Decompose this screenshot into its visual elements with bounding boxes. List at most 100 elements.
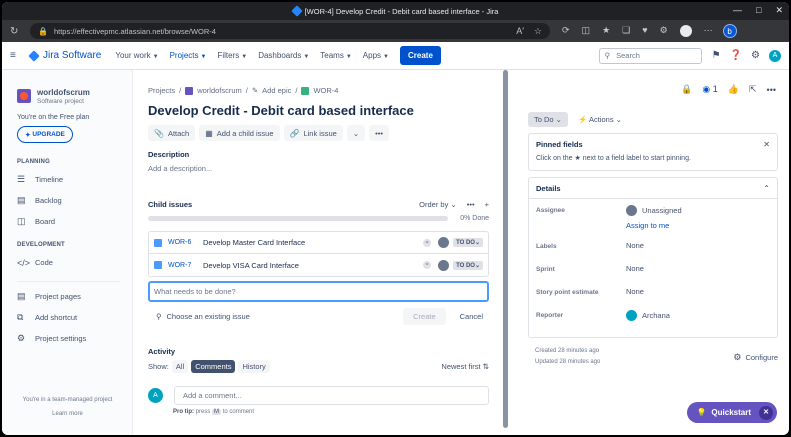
more-icon[interactable]: ••• — [467, 200, 475, 209]
app-switcher-icon[interactable]: ≡ — [10, 50, 24, 61]
description-field[interactable]: Add a description... — [148, 164, 489, 173]
status-dropdown[interactable]: To Do ⌄ — [528, 112, 568, 127]
chevron-down-icon: ▼ — [200, 54, 207, 60]
lightning-icon: ⚡ — [577, 115, 588, 124]
project-name: worldofscrum — [37, 88, 90, 97]
breadcrumb-add-epic[interactable]: Add epic — [262, 86, 291, 95]
sidebar-item-backlog[interactable]: ▤ Backlog — [17, 190, 120, 211]
sidebar-item-project-settings[interactable]: ⚙ Project settings — [17, 328, 120, 349]
sidebar-item-add-shortcut[interactable]: ⧉ Add shortcut — [17, 307, 120, 328]
configure-button[interactable]: ⚙ Configure — [733, 346, 778, 368]
refresh-page-icon[interactable]: ⟳ — [562, 25, 570, 37]
status-badge[interactable]: TO DO⌄ — [453, 260, 483, 270]
health-icon[interactable]: ♥ — [642, 25, 647, 37]
close-icon[interactable]: ✕ — [759, 405, 773, 420]
avatar: A — [148, 388, 163, 403]
more-actions-button[interactable]: ••• — [369, 125, 390, 141]
cancel-button[interactable]: Cancel — [454, 308, 489, 325]
search-input[interactable]: ⚲ Search — [598, 47, 702, 64]
child-key[interactable]: WOR-6 — [168, 239, 197, 246]
list-item[interactable]: WOR-7 Develop VISA Card Interface = TO D… — [149, 254, 488, 276]
nav-filters[interactable]: Filters ▼ — [217, 51, 247, 60]
thumbs-up-icon[interactable]: 👍 — [728, 84, 739, 95]
notifications-icon[interactable]: ⚑ — [712, 50, 721, 61]
lock-icon[interactable]: 🔒 — [681, 84, 692, 95]
favorite-star-icon[interactable]: ☆ — [534, 26, 542, 37]
settings-icon[interactable]: ⚙ — [751, 50, 760, 61]
maximize-icon[interactable]: □ — [756, 5, 761, 16]
comment-input[interactable]: Add a comment... — [174, 386, 489, 405]
learn-more-link[interactable]: Learn more — [2, 407, 133, 421]
create-child-button[interactable]: Create — [403, 308, 446, 325]
bing-icon[interactable]: b — [722, 24, 737, 38]
quickstart-button[interactable]: 💡 Quickstart ✕ — [687, 402, 777, 423]
create-button[interactable]: Create — [399, 46, 441, 65]
nav-teams[interactable]: Teams ▼ — [320, 51, 352, 60]
watch-button[interactable]: ◉ 1 — [702, 84, 717, 95]
child-key[interactable]: WOR-7 — [168, 262, 197, 269]
tab-all[interactable]: All — [171, 360, 189, 373]
tab-comments[interactable]: Comments — [191, 360, 236, 373]
profile-avatar[interactable] — [679, 25, 692, 37]
close-icon[interactable]: ✕ — [763, 140, 770, 149]
assignee-field[interactable]: Unassigned — [626, 205, 682, 216]
project-header[interactable]: worldofscrum Software project — [17, 88, 120, 105]
actions-button[interactable]: ⚡ Actions ⌄ — [578, 115, 622, 124]
sprint-field[interactable]: None — [626, 264, 644, 273]
list-item[interactable]: WOR-6 Develop Master Card Interface = TO… — [149, 232, 488, 254]
issue-title[interactable]: Develop Credit - Debit card based interf… — [148, 103, 489, 118]
close-icon[interactable]: ✕ — [775, 5, 783, 16]
tab-history[interactable]: History — [238, 360, 270, 373]
choose-existing-link[interactable]: Choose an existing issue — [167, 312, 250, 321]
sidebar-item-timeline[interactable]: ☰ Timeline — [17, 169, 120, 190]
nav-dashboards[interactable]: Dashboards ▼ — [258, 51, 309, 60]
link-dropdown-button[interactable]: ⌄ — [346, 125, 366, 141]
breadcrumb-projects[interactable]: Projects — [148, 86, 175, 95]
reporter-field[interactable]: Archana — [626, 310, 670, 321]
assignee-avatar[interactable] — [438, 237, 450, 248]
status-badge[interactable]: TO DO⌄ — [453, 238, 483, 247]
story-points-field[interactable]: None — [626, 287, 644, 296]
more-icon[interactable]: ⋯ — [704, 25, 713, 37]
nav-your-work[interactable]: Your work ▼ — [115, 51, 158, 60]
assign-to-me-link[interactable]: Assign to me — [626, 221, 682, 230]
favorites-icon[interactable]: ★ — [602, 25, 610, 37]
upgrade-button[interactable]: ✦ UPGRADE — [17, 126, 73, 143]
split-screen-icon[interactable]: ◫ — [582, 25, 591, 37]
child-summary[interactable]: Develop Master Card Interface — [203, 238, 305, 247]
sort-button[interactable]: Newest first ⇅ — [441, 362, 489, 371]
nav-apps[interactable]: Apps ▼ — [363, 51, 389, 60]
minimize-icon[interactable]: — — [733, 5, 742, 16]
assignee-avatar[interactable] — [438, 259, 450, 271]
sidebar-item-code[interactable]: </> Code — [17, 252, 120, 273]
sidebar-item-project-pages[interactable]: ▤ Project pages — [17, 286, 120, 307]
nav-projects[interactable]: Projects ▼ — [170, 51, 207, 60]
add-child-issue-button[interactable]: ▦ Add a child issue — [199, 125, 280, 141]
jira-favicon-icon — [290, 5, 303, 17]
chevron-up-icon[interactable]: ⌃ — [763, 184, 770, 193]
extensions-icon[interactable]: ⚙ — [660, 25, 668, 37]
jira-logo[interactable]: Jira Software — [28, 49, 101, 62]
link-issue-button[interactable]: 🔗 Link issue — [283, 125, 343, 141]
new-child-input[interactable]: What needs to be done? — [148, 281, 489, 302]
share-icon[interactable]: ⇱ — [749, 84, 757, 95]
read-aloud-icon[interactable]: A′ — [516, 26, 524, 37]
add-icon[interactable]: + — [485, 200, 489, 209]
breadcrumb-project[interactable]: worldofscrum — [197, 86, 242, 95]
labels-row: Labels None — [536, 241, 644, 250]
sidebar-item-board[interactable]: ◫ Board — [17, 211, 120, 232]
story-points-row: Story point estimate None — [536, 287, 644, 296]
attach-button[interactable]: 📎 Attach — [148, 125, 196, 141]
more-icon[interactable]: ••• — [767, 85, 776, 95]
order-by-button[interactable]: Order by ⌄ — [419, 200, 457, 209]
child-progress-bar — [148, 216, 448, 221]
address-bar[interactable]: 🔒 https://effectivepmc.atlassian.net/bro… — [30, 23, 550, 39]
user-avatar[interactable]: A — [769, 49, 781, 62]
help-icon[interactable]: ❓ — [730, 50, 742, 61]
breadcrumb-issue-key[interactable]: WOR-4 — [313, 86, 338, 95]
chevron-down-icon: ▼ — [303, 54, 310, 60]
reload-icon[interactable]: ↻ — [10, 26, 26, 37]
labels-field[interactable]: None — [626, 241, 644, 250]
child-summary[interactable]: Develop VISA Card Interface — [203, 261, 299, 270]
collections-icon[interactable]: ❏ — [622, 25, 630, 37]
